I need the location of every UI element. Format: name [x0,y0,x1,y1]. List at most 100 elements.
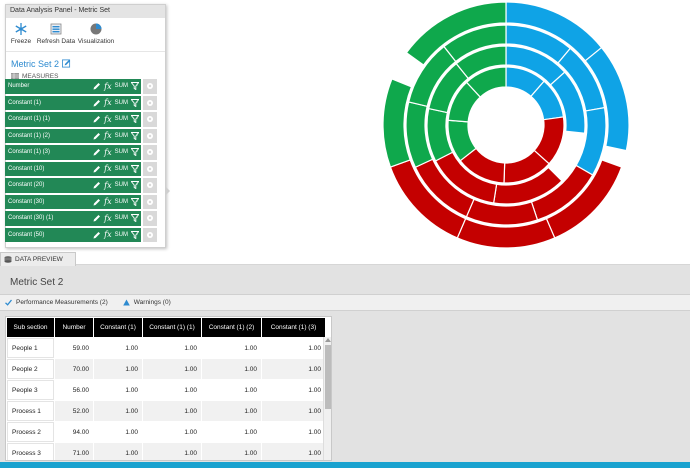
table-row[interactable]: People 1 59.00 1.00 1.00 1.00 1.00 [7,338,325,358]
aggregate-label[interactable]: SUM [115,83,128,89]
column-header[interactable]: Constant (1) [94,318,142,337]
edit-icon[interactable] [93,181,101,189]
filter-icon[interactable]: 1 [131,148,139,157]
edit-icon[interactable] [93,148,101,156]
column-header[interactable]: Constant (1) (3) [262,318,325,337]
measure-settings-button[interactable] [143,161,157,176]
column-header[interactable]: Sub section [7,318,54,337]
refresh-data-button[interactable]: Refresh Data [36,22,76,50]
edit-icon[interactable] [93,198,101,206]
formula-button[interactable]: fx [104,181,111,190]
measure-bar[interactable]: Constant (1) (2) fx SUM 1 [5,128,141,143]
filter-icon[interactable]: 1 [131,115,139,124]
filter-icon[interactable]: 1 [131,131,139,140]
aggregate-label[interactable]: SUM [115,100,128,106]
formula-button[interactable]: fx [104,131,111,140]
measure-bar[interactable]: Constant (30) fx SUM 1 [5,194,141,209]
scroll-thumb[interactable] [325,345,331,409]
table-cell: 1.00 [262,401,325,421]
filter-icon[interactable]: 1 [131,181,139,190]
table-cell: 1.00 [143,380,201,400]
measure-bar[interactable]: Constant (30) (1) fx SUM 1 [5,211,141,226]
column-header[interactable]: Constant (1) (1) [143,318,201,337]
edit-icon[interactable] [93,214,101,222]
edit-icon[interactable] [93,99,101,107]
table-row[interactable]: Process 3 71.00 1.00 1.00 1.00 1.00 [7,443,325,460]
measure-item: Constant (30) fx SUM 1 [5,194,159,209]
aggregate-label[interactable]: SUM [115,133,128,139]
row-label-cell: People 3 [7,380,54,400]
measure-bar[interactable]: Constant (50) fx SUM 1 [5,227,141,242]
table-row[interactable]: Process 1 52.00 1.00 1.00 1.00 1.00 [7,401,325,421]
measure-bar[interactable]: Constant (1) (3) fx SUM 1 [5,145,141,160]
measure-bar[interactable]: Constant (1) fx SUM 1 [5,95,141,110]
measure-controls: fx SUM 1 [90,181,139,190]
measure-settings-button[interactable] [143,79,157,94]
table-cell: 1.00 [262,359,325,379]
pie-chart-icon [90,23,102,35]
measure-bar[interactable]: Constant (10) fx SUM 1 [5,161,141,176]
filter-icon[interactable]: 1 [131,98,139,107]
snowflake-icon [15,23,27,35]
measure-settings-button[interactable] [143,211,157,226]
table-row[interactable]: People 2 70.00 1.00 1.00 1.00 1.00 [7,359,325,379]
freeze-button[interactable]: Freeze [6,22,36,50]
column-header[interactable]: Constant (1) (2) [202,318,261,337]
measure-settings-button[interactable] [143,128,157,143]
filter-icon[interactable]: 1 [131,197,139,206]
edit-icon[interactable] [93,115,101,123]
formula-button[interactable]: fx [104,115,111,124]
measure-bar[interactable]: Number fx SUM 1 [5,79,141,94]
measure-label: Constant (1) [8,99,42,106]
visualization-button[interactable]: Visualization [76,22,116,50]
aggregate-label[interactable]: SUM [115,166,128,172]
table-row[interactable]: Process 2 94.00 1.00 1.00 1.00 1.00 [7,422,325,442]
aggregate-label[interactable]: SUM [115,215,128,221]
measure-settings-button[interactable] [143,95,157,110]
measure-settings-button[interactable] [143,112,157,127]
formula-button[interactable]: fx [104,164,111,173]
edit-name-icon[interactable] [62,59,71,68]
measure-settings-button[interactable] [143,145,157,160]
formula-button[interactable]: fx [104,148,111,157]
aggregate-label[interactable]: SUM [115,182,128,188]
aggregate-label[interactable]: SUM [115,116,128,122]
table-cell: 1.00 [202,359,261,379]
scroll-up-arrow[interactable] [325,338,331,342]
tab-performance-measurements[interactable]: Performance Measurements (2) [5,299,108,306]
measure-bar[interactable]: Constant (20) fx SUM 1 [5,178,141,193]
filter-icon[interactable]: 1 [131,230,139,239]
data-preview-tab[interactable]: DATA PREVIEW [0,252,76,266]
measure-controls: fx SUM 1 [90,197,139,206]
edit-icon[interactable] [93,82,101,90]
filter-icon[interactable]: 1 [131,214,139,223]
metric-set-name[interactable]: Metric Set 2 [11,59,59,69]
app-window: Data Analysis Panel - Metric Set Freeze … [0,0,690,468]
formula-button[interactable]: fx [104,98,111,107]
measure-settings-button[interactable] [143,227,157,242]
measure-settings-button[interactable] [143,194,157,209]
edit-icon[interactable] [93,132,101,140]
formula-button[interactable]: fx [104,214,111,223]
formula-button[interactable]: fx [104,82,111,91]
performance-measurements-label: Performance Measurements (2) [16,299,108,306]
measure-controls: fx SUM 1 [90,131,139,140]
column-header[interactable]: Number [55,318,93,337]
measure-item: Constant (20) fx SUM 1 [5,178,159,193]
filter-icon[interactable]: 1 [131,82,139,91]
aggregate-label[interactable]: SUM [115,232,128,238]
formula-button[interactable]: fx [104,230,111,239]
measure-settings-button[interactable] [143,178,157,193]
formula-button[interactable]: fx [104,197,111,206]
aggregate-label[interactable]: SUM [115,149,128,155]
table-cell: 1.00 [202,380,261,400]
measure-bar[interactable]: Constant (1) (1) fx SUM 1 [5,112,141,127]
aggregate-label[interactable]: SUM [115,199,128,205]
filter-icon[interactable]: 1 [131,164,139,173]
edit-icon[interactable] [93,231,101,239]
edit-icon[interactable] [93,165,101,173]
table-row[interactable]: People 3 56.00 1.00 1.00 1.00 1.00 [7,380,325,400]
tab-warnings[interactable]: Warnings (0) [122,299,171,306]
table-cell: 1.00 [94,359,142,379]
grid-vertical-scrollbar[interactable] [323,337,331,460]
